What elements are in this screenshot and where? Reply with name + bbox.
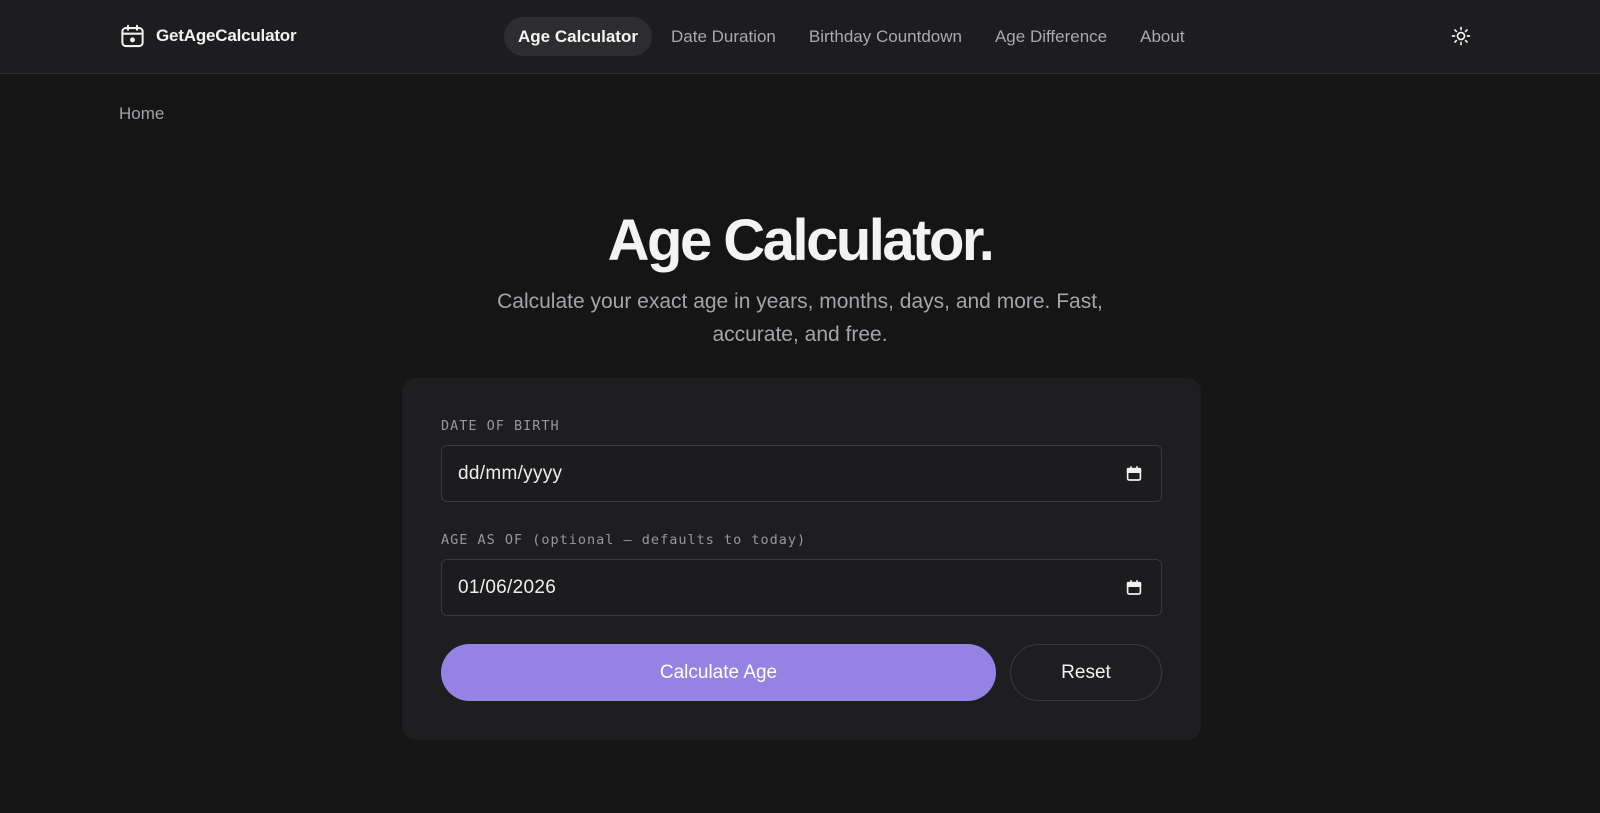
dob-value: dd/mm/yyyy	[458, 463, 563, 484]
nav-date-duration[interactable]: Date Duration	[657, 17, 790, 56]
dob-label: DATE OF BIRTH	[441, 418, 560, 434]
main-nav: Age Calculator Date Duration Birthday Co…	[504, 17, 1204, 56]
nav-about[interactable]: About	[1126, 17, 1198, 56]
brand-link[interactable]: GetAgeCalculator	[119, 22, 297, 50]
nav-age-difference[interactable]: Age Difference	[981, 17, 1121, 56]
page-title: Age Calculator.	[607, 208, 995, 273]
as-of-value: 01/06/2026	[458, 577, 557, 598]
dob-input[interactable]: dd/mm/yyyy	[441, 445, 1162, 502]
calendar-icon	[121, 24, 144, 47]
brand-name: GetAgeCalculator	[156, 26, 297, 45]
nav-birthday-countdown[interactable]: Birthday Countdown	[795, 17, 976, 56]
breadcrumb-home[interactable]: Home	[119, 104, 164, 124]
reset-button[interactable]: Reset	[1010, 644, 1162, 701]
top-navbar: GetAgeCalculator Age Calculator Date Dur…	[0, 0, 1600, 74]
as-of-input[interactable]: 01/06/2026	[441, 559, 1162, 616]
as-of-label: AGE AS OF (optional — defaults to today)	[441, 532, 807, 548]
calendar-picker-icon[interactable]	[1125, 465, 1143, 483]
sun-icon	[1451, 26, 1471, 46]
calculate-age-button[interactable]: Calculate Age	[441, 644, 996, 701]
nav-age-calculator[interactable]: Age Calculator	[504, 17, 652, 56]
calculator-card: DATE OF BIRTH dd/mm/yyyy AGE AS OF (opti…	[402, 378, 1201, 740]
page-subtitle: Calculate your exact age in years, month…	[497, 290, 1103, 346]
calendar-picker-icon[interactable]	[1125, 579, 1143, 597]
theme-toggle-button[interactable]	[1448, 23, 1474, 49]
